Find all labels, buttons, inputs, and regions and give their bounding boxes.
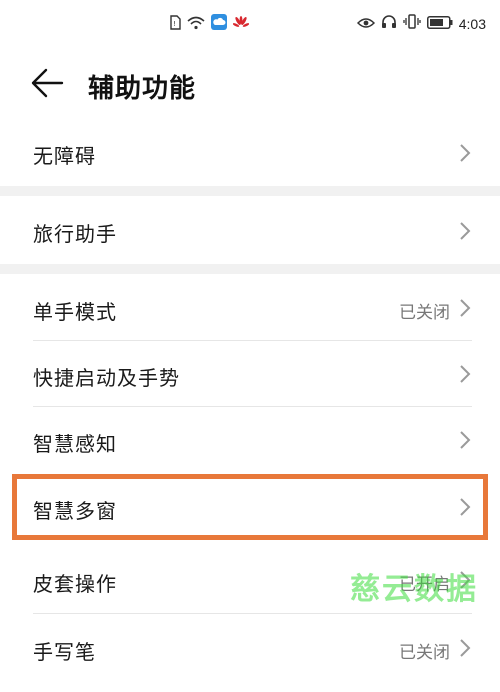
back-button[interactable]	[30, 66, 64, 100]
wifi-icon	[187, 15, 205, 34]
list-item-label: 皮套操作	[33, 572, 117, 596]
list-item-smart-multi-window[interactable]: 智慧多窗	[0, 474, 500, 540]
chevron-right-icon	[460, 498, 471, 516]
section-gap	[0, 186, 500, 196]
svg-text:!: !	[173, 20, 176, 28]
cloud-icon	[211, 14, 227, 34]
status-value: 已关闭	[399, 303, 450, 323]
chevron-right-icon	[460, 431, 471, 449]
list-item-label: 无障碍	[33, 144, 96, 168]
chevron-right-icon	[460, 571, 471, 589]
status-bar-right: 4:03	[356, 14, 486, 33]
huawei-logo-icon	[232, 15, 250, 34]
chevron-right-icon	[460, 365, 471, 383]
list-item-label: 快捷启动及手势	[33, 366, 180, 390]
list-item-accessibility[interactable]: 无障碍	[0, 118, 500, 186]
status-value: 已开启	[399, 575, 450, 595]
status-bar: ! 4:03	[0, 0, 500, 50]
list-item-travel-assistant[interactable]: 旅行助手	[0, 196, 500, 264]
eye-icon	[356, 14, 375, 33]
section-gap	[0, 264, 500, 274]
list-item-one-hand-mode[interactable]: 单手模式 已关闭	[0, 274, 500, 341]
list-item-label: 手写笔	[33, 640, 96, 664]
sim-card-icon: !	[170, 14, 181, 34]
battery-icon	[426, 14, 453, 33]
back-arrow-icon	[31, 68, 64, 98]
status-time: 4:03	[458, 15, 486, 32]
list-item-stylus[interactable]: 手写笔 已关闭	[0, 614, 500, 682]
page-title: 辅助功能	[88, 74, 197, 104]
title-bar: 辅助功能	[0, 50, 500, 118]
list-item-label: 旅行助手	[33, 222, 117, 246]
chevron-right-icon	[460, 222, 471, 240]
status-bar-left: !	[170, 14, 250, 34]
list-item-smart-perception[interactable]: 智慧感知	[0, 407, 500, 474]
chevron-right-icon	[460, 639, 471, 657]
list-item-label: 智慧多窗	[33, 499, 117, 523]
status-value: 已关闭	[399, 643, 450, 663]
chevron-right-icon	[460, 144, 471, 162]
list-item-cover-operation[interactable]: 皮套操作 已开启	[0, 546, 500, 614]
list-item-label: 单手模式	[33, 300, 117, 324]
list-item-label: 智慧感知	[33, 432, 117, 456]
chevron-right-icon	[460, 299, 471, 317]
vibrate-icon	[403, 14, 421, 33]
list-item-shortcut-gestures[interactable]: 快捷启动及手势	[0, 341, 500, 407]
headset-icon	[381, 14, 397, 33]
